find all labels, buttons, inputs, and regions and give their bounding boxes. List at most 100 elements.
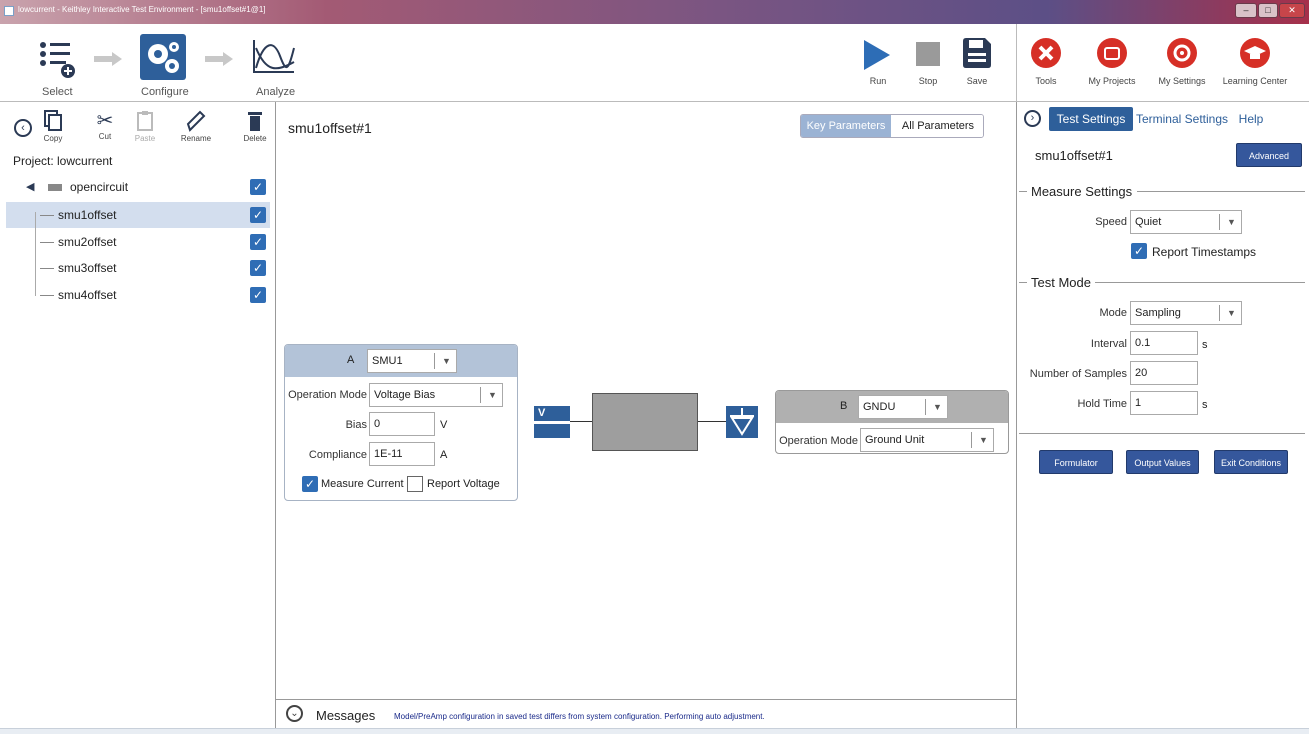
key-parameters-tab[interactable]: Key Parameters (801, 115, 891, 137)
configure-step-button[interactable] (140, 34, 186, 80)
analyze-step-label: Analyze (256, 86, 296, 98)
my-settings-button[interactable] (1167, 38, 1197, 68)
folder-icon (1097, 38, 1127, 68)
collapse-panel-button[interactable]: ‹ (14, 119, 32, 137)
operation-mode-select[interactable]: Ground Unit ▼ (860, 428, 994, 452)
chevron-down-icon: ⌄ (290, 708, 299, 719)
formulator-button[interactable]: Formulator (1039, 450, 1113, 474)
chevron-down-icon: ▼ (933, 402, 942, 412)
bias-label: Bias (345, 419, 367, 431)
tree-connector (40, 215, 54, 216)
save-button[interactable] (963, 38, 991, 71)
learning-center-label: Learning Center (1222, 76, 1288, 86)
checkbox-checked[interactable]: ✓ (250, 287, 266, 303)
device-under-test-block (592, 393, 698, 451)
collapse-right-panel-button[interactable]: › (1024, 110, 1041, 127)
checkbox-checked[interactable]: ✓ (250, 207, 266, 223)
project-tree-panel: ‹ Copy ✂ Cut Paste Rename Delete Project… (0, 102, 276, 728)
analyze-step-button[interactable] (250, 38, 296, 78)
checkbox-checked[interactable]: ✓ (250, 260, 266, 276)
messages-bar: ⌄ Messages Model/PreAmp configuration in… (276, 699, 1016, 728)
run-button[interactable] (864, 40, 892, 73)
gears-icon (148, 42, 179, 73)
my-projects-button[interactable] (1097, 38, 1127, 68)
interval-input[interactable]: 0.1 (1130, 331, 1198, 355)
advanced-button[interactable]: Advanced (1236, 143, 1302, 167)
tree-item-label: smu4offset (58, 288, 117, 302)
test-title: smu1offset#1 (288, 120, 372, 136)
paste-label: Paste (134, 134, 156, 143)
tree-item-smu3offset[interactable]: smu3offset ✓ (6, 255, 270, 281)
report-voltage-label: Report Voltage (427, 478, 500, 490)
report-timestamps-label: Report Timestamps (1152, 245, 1257, 259)
chevron-down-icon: ▼ (442, 356, 451, 366)
compliance-input[interactable]: 1E-11 (369, 442, 435, 466)
hold-time-input[interactable]: 1 (1130, 391, 1198, 415)
bias-input[interactable]: 0 (369, 412, 435, 436)
operation-mode-select[interactable]: Voltage Bias ▼ (369, 383, 503, 407)
copy-label: Copy (43, 134, 63, 143)
learning-center-button[interactable] (1240, 38, 1270, 68)
select-step-label: Select (42, 86, 73, 98)
mode-value: Sampling (1135, 307, 1181, 319)
operation-mode-label: Operation Mode (779, 435, 858, 447)
graph-icon (253, 40, 295, 73)
stop-button[interactable] (916, 42, 940, 69)
test-mode-heading: Test Mode (1031, 275, 1091, 290)
tab-test-settings[interactable]: Test Settings (1049, 107, 1133, 131)
all-parameters-tab[interactable]: All Parameters (891, 115, 983, 137)
expand-messages-button[interactable]: ⌄ (286, 705, 303, 722)
status-bar (0, 728, 1309, 734)
rename-button[interactable]: Rename (176, 110, 216, 143)
arrow-right-icon (205, 52, 235, 69)
chevron-right-icon: › (1030, 112, 1035, 124)
tree-item-smu4offset[interactable]: smu4offset ✓ (6, 282, 270, 308)
tools-icon (1031, 38, 1061, 68)
measure-current-checkbox[interactable]: ✓ (302, 476, 318, 492)
play-icon (864, 40, 890, 70)
tab-help[interactable]: Help (1233, 107, 1269, 131)
tree-item-smu1offset[interactable]: smu1offset ✓ (6, 202, 270, 228)
expand-arrow-icon: ◀ (26, 181, 35, 193)
report-timestamps-checkbox[interactable]: ✓ (1131, 243, 1147, 259)
paste-button[interactable]: Paste (130, 110, 160, 143)
speed-select[interactable]: Quiet ▼ (1130, 210, 1242, 234)
gear-icon (1167, 38, 1197, 68)
select-step-button[interactable] (38, 40, 78, 80)
minimize-button[interactable]: – (1235, 3, 1257, 18)
instrument-select[interactable]: SMU1 ▼ (367, 349, 457, 373)
mode-label: Mode (1099, 307, 1127, 319)
section-divider (1137, 191, 1305, 192)
delete-button[interactable]: Delete (238, 110, 272, 143)
configure-canvas: smu1offset#1 Key Parameters All Paramete… (276, 102, 1016, 699)
measure-settings-heading: Measure Settings (1031, 184, 1133, 199)
cut-button[interactable]: ✂ Cut (90, 110, 120, 141)
checkbox-checked[interactable]: ✓ (250, 179, 266, 195)
select-separator (480, 387, 481, 403)
instrument-select[interactable]: GNDU ▼ (858, 395, 948, 419)
number-of-samples-input[interactable]: 20 (1130, 361, 1198, 385)
main-toolbar: Select Configure Analyze Run Stop Save T… (0, 24, 1309, 102)
checkbox-checked[interactable]: ✓ (250, 234, 266, 250)
ground-icon (726, 406, 758, 438)
wire-left (570, 421, 592, 422)
device-icon (48, 184, 62, 191)
tab-terminal-settings[interactable]: Terminal Settings (1135, 107, 1229, 131)
close-button[interactable]: ✕ (1279, 3, 1305, 18)
tree-group-opencircuit[interactable]: ◀ opencircuit ✓ (6, 174, 270, 200)
mode-select[interactable]: Sampling ▼ (1130, 301, 1242, 325)
maximize-button[interactable]: □ (1258, 3, 1278, 18)
select-separator (971, 432, 972, 448)
tree-item-smu2offset[interactable]: smu2offset ✓ (6, 229, 270, 255)
chevron-down-icon: ▼ (979, 435, 988, 445)
exit-conditions-button[interactable]: Exit Conditions (1214, 450, 1288, 474)
save-label: Save (966, 76, 988, 86)
compliance-label: Compliance (308, 449, 367, 461)
speed-label: Speed (1095, 216, 1127, 228)
copy-button[interactable]: Copy (38, 110, 68, 143)
tools-button[interactable] (1031, 38, 1061, 68)
project-label: Project: lowcurrent (13, 154, 113, 168)
output-values-button[interactable]: Output Values (1126, 450, 1199, 474)
number-of-samples-label: Number of Samples (1029, 368, 1127, 380)
report-voltage-checkbox[interactable] (407, 476, 423, 492)
